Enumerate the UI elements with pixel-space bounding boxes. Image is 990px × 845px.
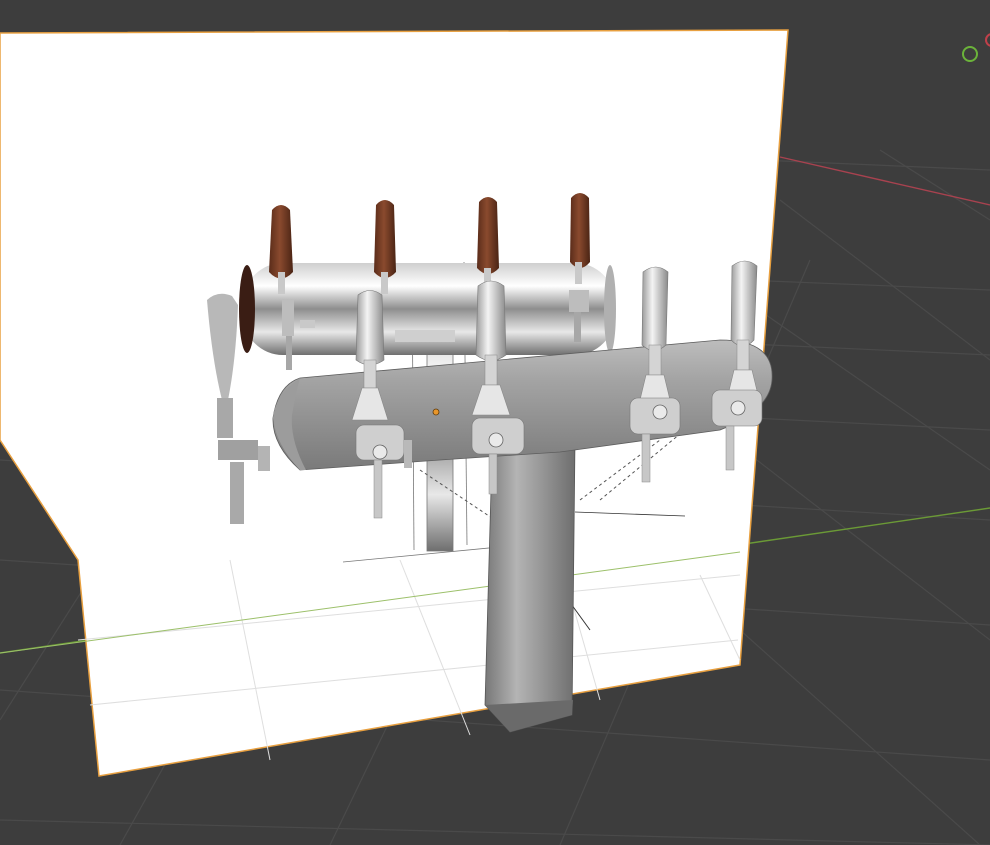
3d-viewport[interactable] xyxy=(0,0,990,845)
object-origin-dot xyxy=(432,408,440,416)
gizmo-y-axis-icon xyxy=(962,46,978,62)
x-axis-line xyxy=(779,156,990,206)
gizmo-x-axis-icon xyxy=(985,33,990,47)
